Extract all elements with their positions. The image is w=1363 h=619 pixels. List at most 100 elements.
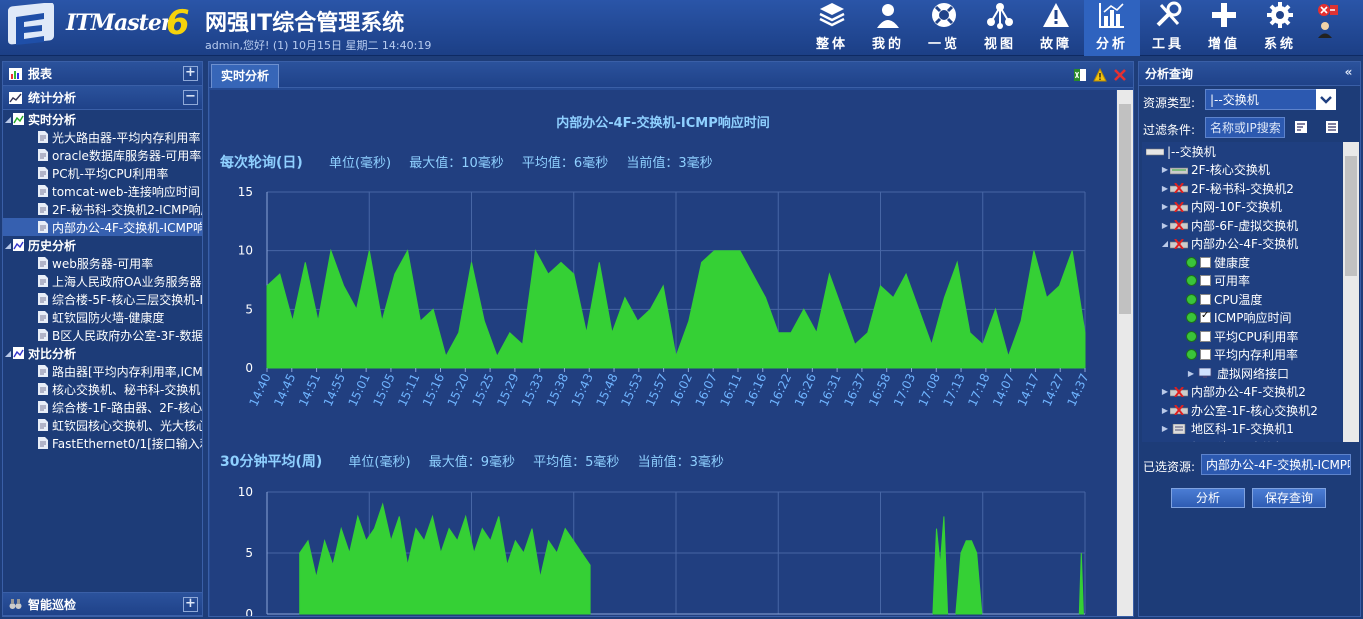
resource-tree-node[interactable]: ◢ 内部办公-4F-交换机 <box>1142 235 1342 254</box>
tree-item[interactable]: oracle数据库服务器-可用率 <box>3 146 202 164</box>
tree-item[interactable]: 内部办公-4F-交换机-ICMP响应 <box>3 218 202 236</box>
tree-group-2[interactable]: ◢ 对比分析 <box>3 344 202 362</box>
tree-toggle-icon[interactable]: ▶ <box>1160 387 1170 396</box>
nav-topology[interactable]: 视图 <box>972 0 1028 56</box>
metric-checkbox[interactable] <box>1200 256 1211 268</box>
user-profile-icon[interactable] <box>1318 22 1332 38</box>
tree-item[interactable]: 综合楼-5F-核心三层交换机-I <box>3 290 202 308</box>
user-icon <box>877 4 899 28</box>
resource-tree-scroll-thumb[interactable] <box>1345 156 1357 276</box>
collapse-panel-icon[interactable]: « <box>1341 66 1356 81</box>
metric-checkbox[interactable] <box>1200 310 1211 324</box>
close-tab-icon[interactable] <box>1113 68 1127 82</box>
resource-tree-node[interactable]: 平均CPU利用率 <box>1142 327 1342 346</box>
resource-tree-node[interactable]: ICMP响应时间 <box>1142 309 1342 328</box>
logout-icon[interactable] <box>1330 5 1338 15</box>
resource-tree-node[interactable]: ▶ 办公室-1F-核心交换机2 <box>1142 401 1342 420</box>
nav-plus[interactable]: 增值 <box>1196 0 1252 56</box>
resource-tree-node[interactable]: ▶ 地区科-1F-交换机1 <box>1142 420 1342 439</box>
expand-patrol-button[interactable]: + <box>183 597 198 612</box>
tree-item-label: B区人民政府办公室-3F-数据 <box>52 328 202 343</box>
resource-tree-node[interactable]: ▶ 2F-秘书科-交换机2 <box>1142 179 1342 198</box>
tree-toggle-icon[interactable]: ◢ <box>1160 239 1170 248</box>
nav-warning[interactable]: 故障 <box>1028 0 1084 56</box>
resource-tree-label: 内部办公-4F-交换机2 <box>1191 385 1306 400</box>
status-ok-icon <box>1186 312 1197 324</box>
tree-item[interactable]: 2F-秘书科-交换机2-ICMP响应 <box>3 200 202 218</box>
tree-item[interactable]: web服务器-可用率 <box>3 254 202 272</box>
tree-item[interactable]: FastEthernet0/1[接口输入利 <box>3 434 202 452</box>
resource-tree-node[interactable]: 健康度 <box>1142 253 1342 272</box>
tree-toggle-icon[interactable]: ▶ <box>1160 221 1170 230</box>
metric-checkbox[interactable] <box>1200 293 1211 305</box>
tree-item[interactable]: PC机-平均CPU利用率 <box>3 164 202 182</box>
resource-tree-node[interactable]: ▶ 内部办公-4F-交换机2 <box>1142 383 1342 402</box>
content-scroll-thumb[interactable] <box>1119 104 1131 314</box>
tree-toggle-icon[interactable]: ◢ <box>3 241 13 250</box>
resource-tree-node[interactable]: ▶ 内网-10F-交换机 <box>1142 198 1342 217</box>
tree-toggle-icon[interactable]: ▶ <box>1160 424 1170 433</box>
list-view-icon[interactable] <box>1325 120 1339 134</box>
nav-tools[interactable]: 工具 <box>1140 0 1196 56</box>
alarm-warning-icon[interactable] <box>1093 68 1107 82</box>
tree-group-1[interactable]: ◢ 历史分析 <box>3 236 202 254</box>
accordion-patrol[interactable]: 智能巡检 + <box>3 592 202 616</box>
tree-toggle-icon[interactable]: ▶ <box>1186 369 1196 378</box>
resource-tree-node[interactable]: CPU温度 <box>1142 290 1342 309</box>
nav-lifebuoy[interactable]: 一览 <box>916 0 972 56</box>
tree-toggle-icon[interactable]: ▶ <box>1160 406 1170 415</box>
expand-report-button[interactable]: + <box>183 66 198 81</box>
metric-checkbox[interactable] <box>1200 330 1211 342</box>
filter-input[interactable]: 名称或IP搜索 <box>1205 117 1285 138</box>
tree-toggle-icon[interactable]: ▶ <box>1160 184 1170 193</box>
tab-realtime-analysis[interactable]: 实时分析 <box>211 64 279 88</box>
tree-toggle-icon[interactable]: ◢ <box>3 115 13 124</box>
resource-tree-node[interactable]: ▶ 2F-核心交换机 <box>1142 161 1342 180</box>
tree-item[interactable]: 虹钦园核心交换机、光大核心 <box>3 416 202 434</box>
tree-item[interactable]: 光大路由器-平均内存利用率 <box>3 128 202 146</box>
tree-item-label: 虹钦园防火墙-健康度 <box>52 310 165 325</box>
resource-tree-node[interactable]: |--交换机 <box>1142 142 1342 161</box>
resource-tree-scrollbar[interactable] <box>1343 142 1359 442</box>
search-list-icon[interactable] <box>1294 120 1308 134</box>
tree-toggle-icon[interactable]: ▶ <box>1160 165 1170 174</box>
accordion-report[interactable]: 报表 + <box>3 62 202 86</box>
resource-tree-node[interactable]: ▶ 内部-6F-虚拟交换机 <box>1142 216 1342 235</box>
resource-tree-node[interactable]: ▶ 虚拟网络接口 <box>1142 364 1342 383</box>
nav-user[interactable]: 我的 <box>860 0 916 56</box>
metric-checkbox[interactable] <box>1200 275 1211 287</box>
accordion-stats[interactable]: 统计分析 − <box>3 86 202 110</box>
tree-item[interactable]: 核心交换机、秘书科-交换机 <box>3 380 202 398</box>
tree-item-label: 内部办公-4F-交换机-ICMP响应 <box>52 220 202 235</box>
resource-tree-node[interactable]: 平均内存利用率 <box>1142 346 1342 365</box>
compare-analysis-icon <box>13 347 24 359</box>
save-query-button[interactable]: 保存查询 <box>1252 488 1326 508</box>
tree-item[interactable]: 上海人民政府OA业务服务器 <box>3 272 202 290</box>
chart2-subtitle: 30分钟平均(周) <box>220 454 323 470</box>
nav-gear[interactable]: 系统 <box>1252 0 1308 56</box>
tree-item[interactable]: tomcat-web-连接响应时间 <box>3 182 202 200</box>
resource-tree-node[interactable]: ▶新闻科-7F-交换机 <box>1142 438 1342 442</box>
export-excel-icon[interactable] <box>1073 68 1087 82</box>
nav-layers[interactable]: 整体 <box>804 0 860 56</box>
tree-toggle-icon[interactable]: ◢ <box>3 349 13 358</box>
switch-icon <box>1170 405 1188 416</box>
tree-toggle-icon[interactable]: ▶ <box>1160 202 1170 211</box>
analyze-button[interactable]: 分析 <box>1171 488 1245 508</box>
tree-item[interactable]: B区人民政府办公室-3F-数据 <box>3 326 202 344</box>
x-tick-label: 17:08 <box>916 371 943 408</box>
content-scrollbar[interactable] <box>1117 90 1133 616</box>
collapse-stats-button[interactable]: − <box>183 90 198 105</box>
tree-group-0[interactable]: ◢ 实时分析 <box>3 110 202 128</box>
tree-item[interactable]: 综合楼-1F-路由器、2F-核心 <box>3 398 202 416</box>
selected-resource-field[interactable]: 内部办公-4F-交换机-ICMP响 <box>1201 454 1351 475</box>
metric-checkbox[interactable] <box>1200 349 1211 361</box>
nav-bar-chart[interactable]: 分析 <box>1084 0 1140 56</box>
tree-item[interactable]: 路由器[平均内存利用率,ICM <box>3 362 202 380</box>
resource-tree-label: 2F-秘书科-交换机2 <box>1191 181 1294 196</box>
chevron-down-icon[interactable] <box>1316 89 1336 110</box>
close-system-icon[interactable] <box>1318 4 1330 16</box>
resource-tree-label: 平均CPU利用率 <box>1214 329 1299 344</box>
resource-tree-node[interactable]: 可用率 <box>1142 272 1342 291</box>
tree-item[interactable]: 虹钦园防火墙-健康度 <box>3 308 202 326</box>
